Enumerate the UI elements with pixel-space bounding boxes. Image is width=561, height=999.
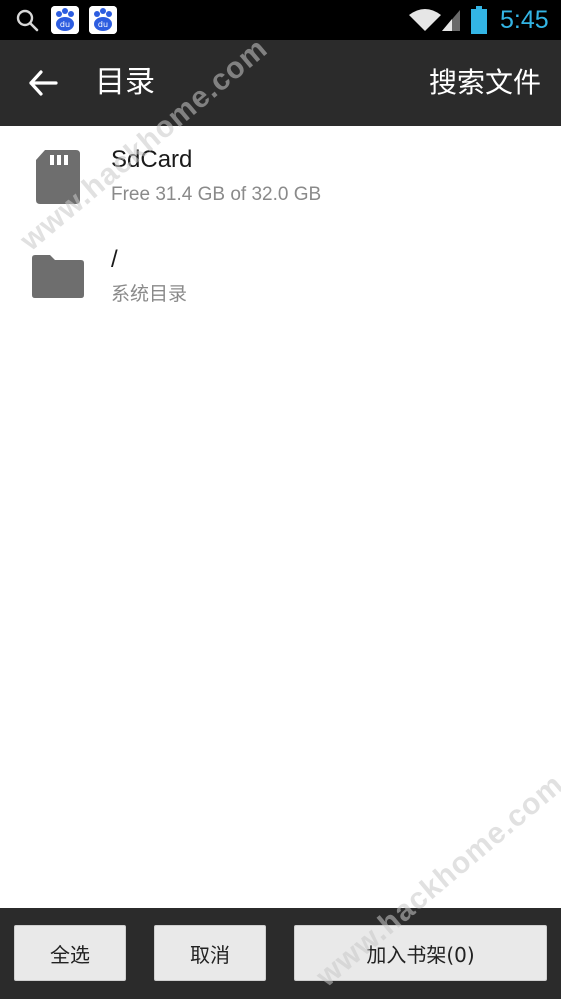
baidu-icon: du [89, 6, 117, 34]
wifi-icon [409, 9, 441, 31]
select-all-button[interactable]: 全选 [14, 925, 126, 981]
search-icon [16, 9, 39, 32]
search-files-button[interactable]: 搜索文件 [429, 62, 541, 104]
action-bar: 目录 搜索文件 [0, 40, 561, 126]
item-name: / [111, 246, 118, 273]
item-name: SdCard [111, 146, 193, 173]
add-to-bookshelf-button[interactable]: 加入书架(0) [294, 925, 547, 981]
item-subtitle: Free 31.4 GB of 32.0 GB [111, 184, 322, 205]
sd-card-icon [36, 150, 80, 204]
screen: du du 5:45 目录 搜索文件 SdCard Free 31.4 GB o… [0, 0, 561, 999]
page-title: 目录 [95, 65, 155, 100]
arrow-left-icon [29, 70, 58, 96]
back-button[interactable] [20, 60, 66, 106]
svg-text:du: du [98, 20, 108, 29]
baidu-icon: du [51, 6, 79, 34]
cancel-button[interactable]: 取消 [154, 925, 266, 981]
svg-text:du: du [60, 20, 70, 29]
item-subtitle: 系统目录 [111, 284, 188, 305]
file-list: SdCard Free 31.4 GB of 32.0 GB / 系统目录 [0, 126, 561, 326]
status-time: 5:45 [500, 6, 549, 34]
battery-icon [471, 6, 487, 34]
list-item-root[interactable]: / 系统目录 [0, 226, 561, 326]
signal-icon [442, 10, 460, 31]
list-item-sdcard[interactable]: SdCard Free 31.4 GB of 32.0 GB [0, 126, 561, 226]
status-bar: du du 5:45 [0, 0, 561, 40]
bottom-bar: 全选 取消 加入书架(0) [0, 908, 561, 999]
folder-icon [32, 255, 84, 298]
